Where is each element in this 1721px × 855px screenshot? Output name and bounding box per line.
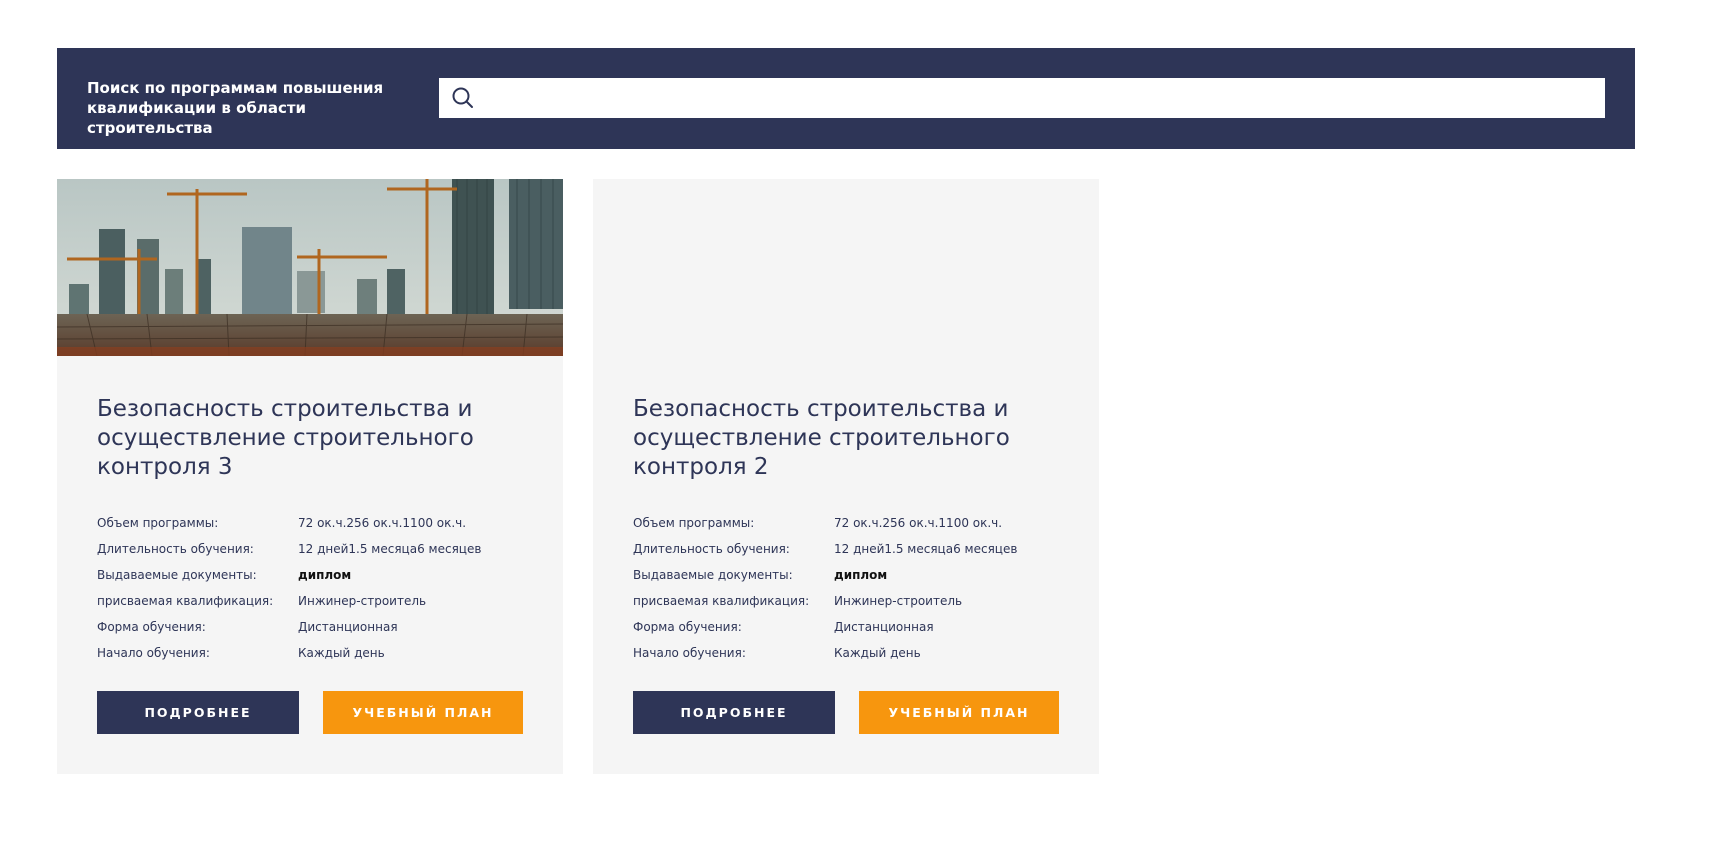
detail-row: Длительность обучения: 12 дней1.5 месяца6… [633, 536, 1073, 562]
detail-value: диплом [834, 568, 888, 582]
detail-row: Длительность обучения: 12 дней1.5 месяца6… [97, 536, 537, 562]
search-field[interactable] [439, 78, 1605, 118]
detail-value: Дистанционная [834, 620, 934, 634]
program-details: Объем программы: 72 ок.ч.256 ок.ч.1100 ок… [633, 510, 1073, 666]
detail-row: Объем программы: 72 ок.ч.256 ок.ч.1100 ок… [633, 510, 1073, 536]
program-card: Безопасность строительства и осуществлен… [57, 179, 563, 774]
detail-label: Начало обучения: [97, 646, 210, 660]
detail-label: Форма обучения: [633, 620, 742, 634]
program-card: Безопасность строительства и осуществлен… [593, 179, 1099, 774]
detail-row: Объем программы: 72 ок.ч.256 ок.ч.1100 ок… [97, 510, 537, 536]
search-icon[interactable] [451, 86, 475, 110]
more-button[interactable]: ПОДРОБНЕЕ [97, 691, 299, 734]
study-plan-button[interactable]: УЧЕБНЫЙ ПЛАН [859, 691, 1059, 734]
detail-label: Выдаваемые документы: [97, 568, 257, 582]
detail-row: Выдаваемые документы: диплом [633, 562, 1073, 588]
detail-value: Дистанционная [298, 620, 398, 634]
detail-value: 72 ок.ч.256 ок.ч.1100 ок.ч. [298, 516, 467, 530]
detail-label: Длительность обучения: [97, 542, 254, 556]
detail-value: диплом [298, 568, 352, 582]
detail-label: присваемая квалификация: [633, 594, 810, 608]
detail-label: Начало обучения: [633, 646, 746, 660]
detail-row: Форма обучения: Дистанционная [97, 614, 537, 640]
detail-label: Выдаваемые документы: [633, 568, 793, 582]
detail-value: 12 дней1.5 месяца6 месяцев [298, 542, 482, 556]
detail-label: присваемая квалификация: [97, 594, 274, 608]
search-panel: Поиск по программам повышения квалификац… [57, 48, 1635, 149]
detail-value: 12 дней1.5 месяца6 месяцев [834, 542, 1018, 556]
more-button[interactable]: ПОДРОБНЕЕ [633, 691, 835, 734]
detail-label: Форма обучения: [97, 620, 206, 634]
search-label: Поиск по программам повышения квалификац… [87, 79, 384, 137]
detail-value: Каждый день [834, 646, 921, 660]
study-plan-button[interactable]: УЧЕБНЫЙ ПЛАН [323, 691, 523, 734]
detail-value: 72 ок.ч.256 ок.ч.1100 ок.ч. [834, 516, 1003, 530]
detail-value: Инжинер-строитель [834, 594, 963, 608]
detail-row: присваемая квалификация: Инжинер-строител… [97, 588, 537, 614]
card-image-placeholder [593, 179, 1099, 356]
search-input[interactable] [487, 78, 1605, 118]
card-title: Безопасность строительства и осуществлен… [97, 396, 474, 480]
detail-row: Форма обучения: Дистанционная [633, 614, 1073, 640]
detail-row: Выдаваемые документы: диплом [97, 562, 537, 588]
detail-row: Начало обучения: Каждый день [97, 640, 537, 666]
detail-row: Начало обучения: Каждый день [633, 640, 1073, 666]
detail-label: Объем программы: [633, 516, 755, 530]
detail-label: Объем программы: [97, 516, 219, 530]
construction-site-image [57, 179, 563, 356]
detail-value: Инжинер-строитель [298, 594, 427, 608]
program-details: Объем программы: 72 ок.ч.256 ок.ч.1100 ок… [97, 510, 537, 666]
detail-label: Длительность обучения: [633, 542, 790, 556]
card-title: Безопасность строительства и осуществлен… [633, 396, 1010, 480]
detail-row: присваемая квалификация: Инжинер-строител… [633, 588, 1073, 614]
detail-value: Каждый день [298, 646, 385, 660]
